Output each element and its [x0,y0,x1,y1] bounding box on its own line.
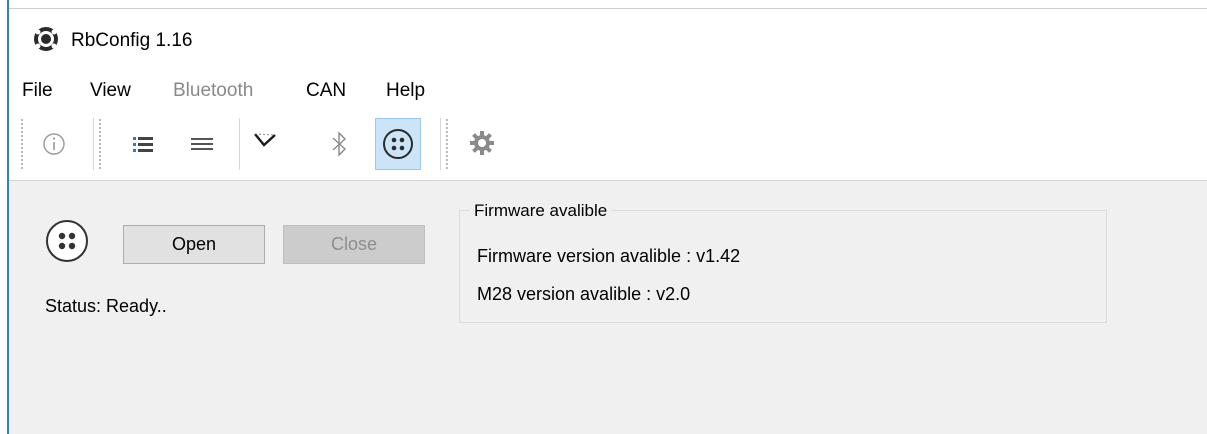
status-text: Status: Ready.. [45,296,167,316]
toolbar-separator [440,118,441,170]
firmware-version-label: Firmware version avalible : v1.42 [477,246,741,266]
can-bus-button[interactable] [243,118,289,170]
connector-icon [383,129,413,159]
toolbar-grip[interactable] [98,118,102,170]
can-connector-button[interactable] [375,118,421,170]
toolbar-separator [93,118,94,170]
list-button[interactable] [179,118,225,170]
can-bus-icon [254,133,276,147]
bluetooth-button[interactable] [317,118,363,170]
menu-help[interactable]: Help [386,80,425,102]
info-icon [43,133,65,155]
bluetooth-icon [332,131,347,157]
app-window: RbConfig 1.16 File View Bluetooth CAN He… [0,0,1207,434]
list-icon [191,138,213,150]
app-logo-icon [34,27,58,51]
window-left-edge [0,0,9,434]
toolbar-grip[interactable] [445,118,449,170]
main-content: Open Close Status: Ready.. Firmware aval… [9,181,1207,434]
list-detail-icon [133,137,153,152]
m28-version-label: M28 version avalible : v2.0 [477,284,691,304]
toolbar-grip[interactable] [20,118,24,170]
firmware-group-title: Firmware avalible [470,201,612,221]
close-button: Close [283,225,425,264]
open-button[interactable]: Open [123,225,265,264]
settings-button[interactable] [459,118,505,170]
menu-bar: File View Bluetooth CAN Help [9,72,1207,110]
toolbar-separator [239,118,240,170]
can-connector-icon [46,220,88,262]
menu-can[interactable]: CAN [306,80,346,102]
settings-gear-icon [470,131,494,155]
toolbar [9,110,1207,181]
title-bar: RbConfig 1.16 [9,10,1207,72]
menu-file[interactable]: File [22,80,53,102]
window-top-edge [0,0,1207,10]
info-button[interactable] [31,118,77,170]
detail-list-button[interactable] [120,118,166,170]
menu-view[interactable]: View [90,80,131,102]
menu-bluetooth: Bluetooth [173,80,254,101]
window-title: RbConfig 1.16 [71,30,193,51]
